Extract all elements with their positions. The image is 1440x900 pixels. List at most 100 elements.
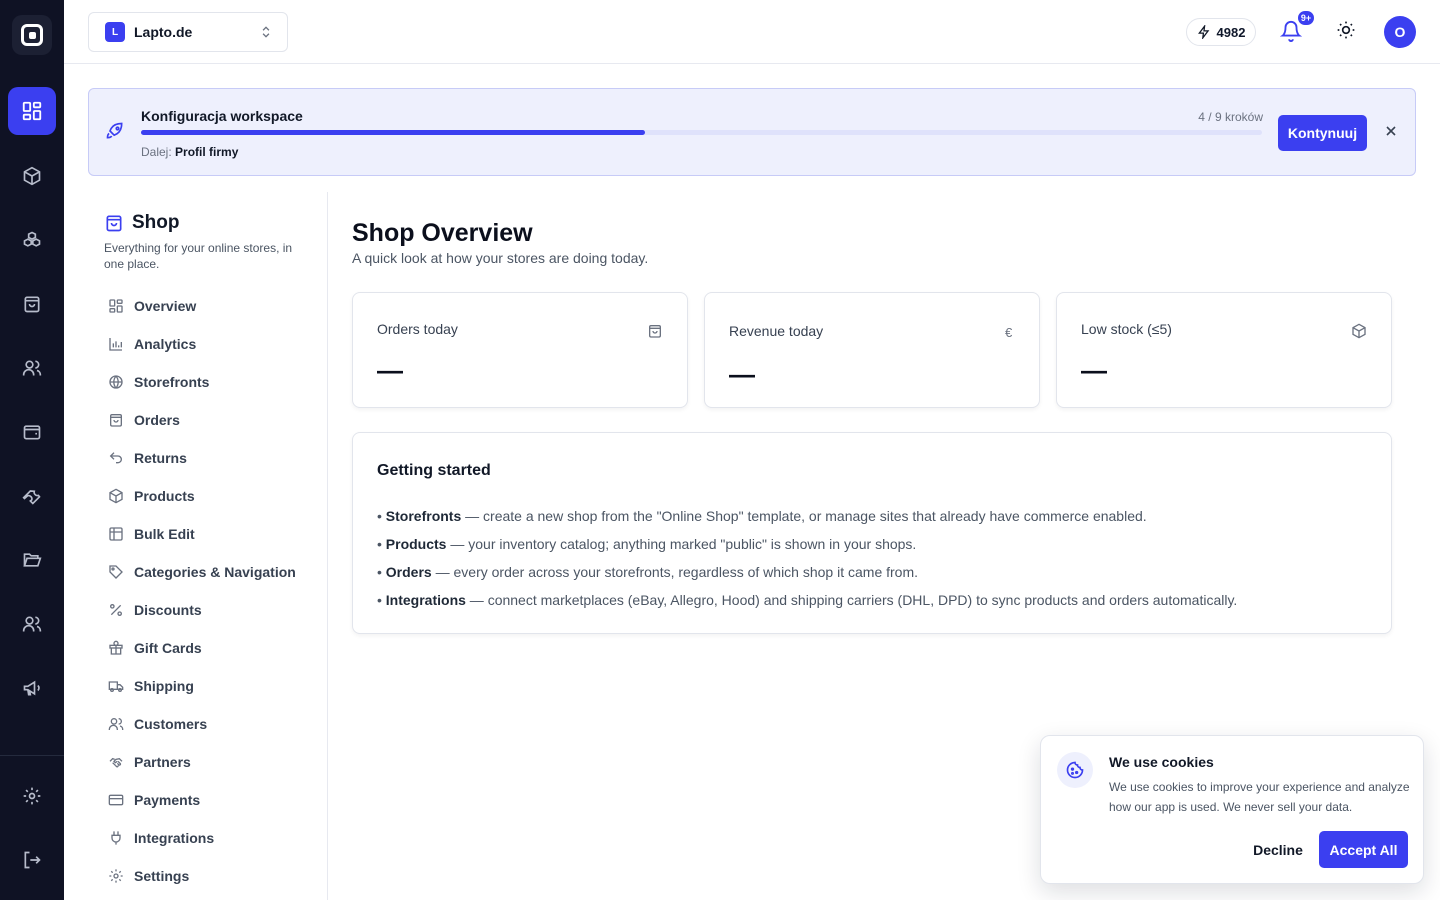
sun-icon [1337, 21, 1355, 39]
boxes-icon [23, 231, 41, 247]
rail-tools-button[interactable] [8, 472, 56, 520]
rail-boxes-button[interactable] [8, 216, 56, 264]
shopping-bag-icon [649, 325, 661, 338]
subnav-item-partners[interactable]: Partners [104, 747, 316, 777]
subnav-item-categories-navigation[interactable]: Categories & Navigation [104, 557, 316, 587]
subnav-title: Shop [132, 212, 180, 233]
bar-chart-icon [109, 338, 122, 351]
gift-icon [109, 640, 123, 655]
stat-card-orders: Orders today — [352, 292, 688, 408]
accept-cookies-button[interactable]: Accept All [1319, 831, 1408, 868]
stat-label: Low stock (≤5) [1081, 321, 1172, 337]
subnav-item-label: Integrations [134, 830, 215, 846]
subnav-item-gift-cards[interactable]: Gift Cards [104, 633, 316, 663]
cookie-consent-popup: We use cookies We use cookies to improve… [1040, 735, 1424, 884]
workspace-select[interactable]: L Lapto.de [88, 12, 288, 52]
rail-divider [0, 755, 64, 756]
subnav-item-label: Overview [134, 298, 197, 314]
subnav-item-label: Returns [134, 450, 187, 466]
subnav-item-label: Analytics [134, 336, 197, 352]
rail-products-button[interactable] [8, 152, 56, 200]
item-term: Orders [385, 564, 432, 580]
subnav-item-analytics[interactable]: Analytics [104, 329, 316, 359]
stat-label: Orders today [377, 321, 458, 337]
rail-logout-button[interactable] [8, 836, 56, 884]
tag-icon [109, 565, 123, 579]
stat-label: Revenue today [729, 323, 824, 339]
workspace-name: Lapto.de [134, 24, 193, 40]
top-bar: L Lapto.de 4982 9+ O [64, 0, 1440, 64]
subnav-item-label: Shipping [134, 678, 194, 694]
grid-icon [22, 101, 42, 121]
subnav-item-overview[interactable]: Overview [104, 291, 316, 321]
getting-started-item: • Integrations — connect marketplaces (e… [377, 592, 1237, 608]
app-rail [0, 0, 64, 900]
subnav-item-label: Payments [134, 792, 201, 808]
setup-steps-count: 4 / 9 kroków [1198, 110, 1263, 124]
subnav-item-discounts[interactable]: Discounts [104, 595, 316, 625]
rail-team-button[interactable] [8, 600, 56, 648]
globe-icon [109, 375, 123, 389]
getting-started-title: Getting started [377, 462, 491, 479]
subnav-item-label: Customers [134, 716, 208, 732]
rocket-icon [105, 121, 127, 143]
rail-dashboard-button[interactable] [8, 87, 56, 135]
rail-marketing-button[interactable] [8, 664, 56, 712]
team-icon [22, 616, 42, 632]
continue-button[interactable]: Kontynuuj [1278, 115, 1367, 151]
setup-banner: Konfiguracja workspace 4 / 9 kroków Dale… [88, 88, 1416, 176]
subnav-header: Shop [104, 212, 180, 234]
bullet: • [377, 536, 382, 552]
subnav-item-orders[interactable]: Orders [104, 405, 316, 435]
credits-badge[interactable]: 4982 [1186, 18, 1256, 46]
subnav-item-bulk-edit[interactable]: Bulk Edit [104, 519, 316, 549]
settings-icon [23, 787, 41, 805]
rail-settings-button[interactable] [8, 772, 56, 820]
rail-files-button[interactable] [8, 536, 56, 584]
megaphone-icon [23, 680, 40, 696]
theme-toggle-button[interactable] [1336, 20, 1360, 44]
subnav-item-label: Gift Cards [134, 640, 202, 656]
credit-card-icon [108, 794, 124, 806]
subnav-item-label: Categories & Navigation [134, 564, 296, 580]
item-text: — connect marketplaces (eBay, Allegro, H… [465, 592, 1238, 608]
folder-open-icon [23, 553, 42, 567]
subnav-item-payments[interactable]: Payments [104, 785, 316, 815]
close-banner-button[interactable] [1383, 123, 1399, 139]
getting-started-item: • Storefronts — create a new shop from t… [377, 508, 1147, 524]
undo-icon [109, 452, 122, 464]
decline-cookies-button[interactable]: Decline [1245, 832, 1311, 868]
euro-icon: € [1005, 325, 1013, 340]
subnav-item-shipping[interactable]: Shipping [104, 671, 316, 701]
subnav-item-customers[interactable]: Customers [104, 709, 316, 739]
app-logo[interactable] [12, 15, 52, 55]
subnav-item-products[interactable]: Products [104, 481, 316, 511]
chevron-updown-icon [262, 26, 270, 38]
cube-icon [1352, 323, 1366, 339]
grid-icon [109, 299, 123, 313]
wallet-icon [23, 425, 41, 440]
subnav-item-integrations[interactable]: Integrations [104, 823, 316, 853]
user-avatar[interactable]: O [1384, 16, 1416, 48]
stat-card-low-stock: Low stock (≤5) — [1056, 292, 1392, 408]
notifications-count-badge: 9+ [1297, 10, 1315, 26]
settings-icon [109, 869, 123, 883]
stat-value: — [729, 359, 755, 389]
item-term: Integrations [385, 592, 466, 608]
rail-finance-button[interactable] [8, 408, 56, 456]
rail-contacts-button[interactable] [8, 344, 56, 392]
item-term: Storefronts [385, 508, 462, 524]
subnav-item-storefronts[interactable]: Storefronts [104, 367, 316, 397]
rail-shop-button[interactable] [8, 280, 56, 328]
setup-progress-bar [141, 130, 1262, 135]
bullet: • [377, 564, 382, 580]
percent-icon [110, 604, 122, 616]
subnav-item-settings[interactable]: Settings [104, 861, 316, 891]
bullet: • [377, 592, 382, 608]
subnav-item-returns[interactable]: Returns [104, 443, 316, 473]
page-title: Shop Overview [352, 219, 533, 247]
stat-card-revenue: Revenue today — € [704, 292, 1040, 408]
item-term: Products [385, 536, 447, 552]
getting-started-item: • Products — your inventory catalog; any… [377, 536, 916, 552]
close-icon [1386, 126, 1396, 136]
